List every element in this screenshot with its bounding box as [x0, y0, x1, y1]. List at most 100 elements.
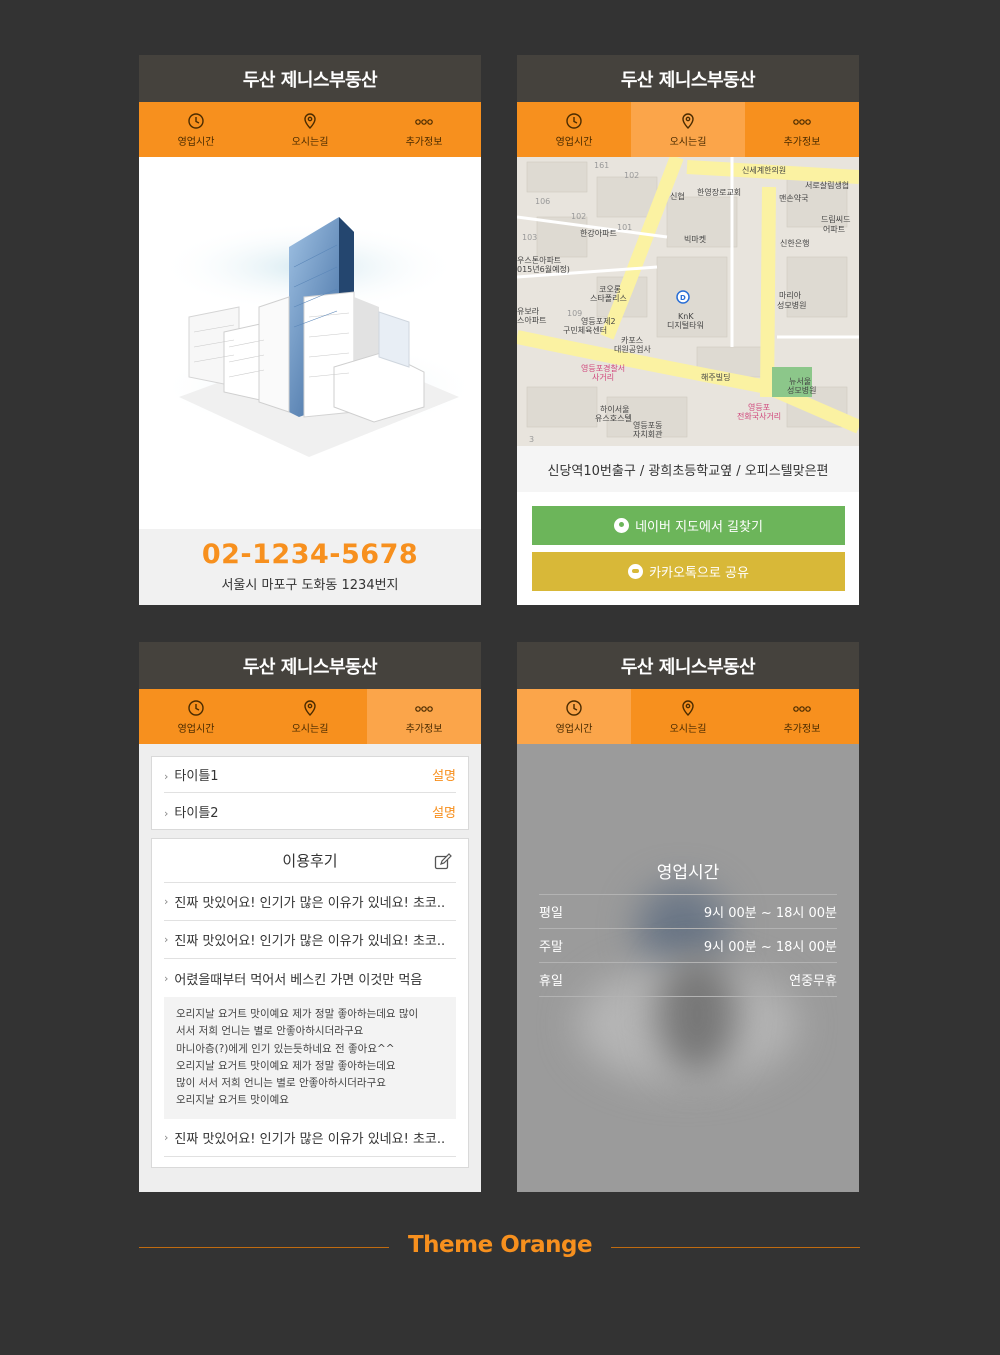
map-label: 어파트	[823, 225, 846, 234]
review-header: 이용후기	[164, 839, 456, 883]
tab-more-info[interactable]: 추가정보	[367, 102, 481, 157]
map-pin-icon	[304, 699, 316, 716]
info-item[interactable]: › 타이틀1 설명	[164, 757, 456, 793]
review-item-expanded[interactable]: › 어렸을때부터 먹어서 베스킨 가면 이것만 먹음	[164, 959, 456, 997]
naver-map-button[interactable]: 네이버 지도에서 길찾기	[532, 506, 845, 545]
edit-icon[interactable]	[434, 853, 452, 871]
map-number: 161	[594, 161, 610, 170]
svg-text:D: D	[680, 294, 686, 302]
tab-hours[interactable]: 영업시간	[517, 102, 631, 157]
phone-number-link[interactable]: 02-1234-5678	[139, 539, 481, 570]
address-text: 서울시 마포구 도화동 1234번지	[221, 578, 399, 593]
screen-more-info: 두산 제니스부동산 영업시간 오시는길 추가정보 › 타이틀1 설명 › 타이틀2 …	[139, 642, 481, 1192]
map-label: 015년6월예정)	[517, 265, 570, 274]
hours-title: 영업시간	[656, 863, 720, 883]
hours-time: 9시 00분 ~ 18시 00분	[703, 940, 837, 955]
review-body-line: 오리지날 요거트 맛이예요 제가 정말 좋아하는데요	[176, 1059, 396, 1072]
chevron-right-icon: ›	[164, 971, 169, 985]
map-label: 하이서울	[600, 405, 630, 414]
chevron-right-icon: ›	[164, 895, 169, 908]
map-label: 전화국사거리	[737, 412, 782, 421]
tab-directions[interactable]: 오시는길	[253, 689, 367, 744]
tab-label: 오시는길	[291, 136, 329, 148]
review-text: 진짜 맛있어요! 인기가 많은 이유가 있네요! 초코..	[174, 896, 446, 911]
info-title: 타이틀1	[174, 769, 219, 784]
map-label: 영등포경찰서	[581, 364, 626, 373]
chevron-right-icon: ›	[164, 1130, 169, 1144]
info-desc: 설명	[432, 769, 456, 784]
map-label: 코오롱	[599, 285, 622, 294]
kakao-share-button[interactable]: 카카오톡으로 공유	[532, 552, 845, 591]
more-dots-icon	[415, 705, 433, 712]
tab-bar: 영업시간 오시는길 추가정보	[517, 689, 859, 744]
tab-more-info[interactable]: 추가정보	[745, 689, 859, 744]
hours-row: 휴일 연중무휴	[539, 963, 837, 997]
more-dots-icon	[793, 118, 811, 125]
more-info-content: › 타이틀1 설명 › 타이틀2 설명 이용후기 › 진짜 맛있어요! 인기가 많은…	[139, 744, 481, 1192]
tab-hours[interactable]: 영업시간	[139, 102, 253, 157]
review-section: 이용후기 › 진짜 맛있어요! 인기가 많은 이유가 있네요! 초코.. › 진…	[151, 838, 469, 1168]
map-label: 유스호스텔	[595, 414, 632, 423]
screen-main: 두산 제니스부동산 영업시간 오시는길 추가정보 02-1234-5678 서울…	[139, 55, 481, 605]
map-label: 구민체육센터	[563, 326, 608, 335]
review-body-line: 많이 서서 저희 언니는 별로 안좋아하시더라구요	[176, 1077, 386, 1090]
map-label: 빅마켓	[684, 235, 707, 244]
tab-bar: 영업시간 오시는길 추가정보	[139, 689, 481, 744]
hours-day: 평일	[539, 906, 563, 921]
map-label: 영등포동	[633, 421, 663, 430]
info-title: 타이틀2	[174, 805, 219, 821]
info-desc: 설명	[432, 805, 456, 821]
screen-directions: 두산 제니스부동산 영업시간 오시는길 추가정보 D 신세계한의원 서로살림생협…	[517, 55, 859, 605]
review-item[interactable]: › 진짜 맛있어요! 인기가 많은 이유가 있네요! 초코..	[164, 883, 456, 921]
hours-time: 연중무휴	[789, 974, 837, 989]
app-title: 두산 제니스부동산	[517, 642, 859, 689]
map-label: 스아파트	[517, 316, 547, 325]
tab-directions[interactable]: 오시는길	[631, 689, 745, 744]
tab-hours[interactable]: 영업시간	[139, 689, 253, 744]
chevron-right-icon: ›	[164, 933, 169, 946]
map-label: 뉴서울	[789, 377, 812, 386]
map-label: 맨손약국	[779, 194, 809, 203]
map-pin-icon	[682, 699, 694, 716]
map-number: 106	[535, 197, 551, 206]
tab-more-info[interactable]: 추가정보	[367, 689, 481, 744]
chevron-right-icon: ›	[164, 806, 169, 820]
map-label: KnK	[678, 312, 694, 321]
review-item[interactable]: › 진짜 맛있어요! 인기가 많은 이유가 있네요! 초코..	[164, 921, 456, 959]
tab-directions[interactable]: 오시는길	[631, 102, 745, 157]
tab-label: 오시는길	[669, 136, 707, 148]
location-map[interactable]: D 신세계한의원 서로살림생협 신협 한영장로교회 맨손약국 드림씨드 어파트 …	[517, 157, 859, 446]
review-title: 이용후기	[282, 852, 338, 870]
clock-icon	[566, 112, 582, 129]
hours-table: 평일 9시 00분 ~ 18시 00분 주말 9시 00분 ~ 18시 00분 …	[539, 894, 837, 997]
hours-time: 9시 00분 ~ 18시 00분	[703, 906, 837, 921]
clock-icon	[566, 699, 582, 716]
review-body-line: 오리지날 요거트 맛이예요	[176, 1094, 289, 1107]
tab-directions[interactable]: 오시는길	[253, 102, 367, 157]
tab-label: 추가정보	[405, 136, 443, 148]
map-label: 신세계한의원	[742, 166, 787, 175]
hours-overlay: 영업시간 평일 9시 00분 ~ 18시 00분 주말 9시 00분 ~ 18시…	[517, 744, 859, 1192]
tab-label: 영업시간	[555, 723, 593, 735]
map-label: 카포스	[621, 336, 644, 345]
map-label: 자치회관	[633, 430, 663, 439]
hours-day: 휴일	[539, 974, 563, 989]
map-label: 한강아파트	[580, 229, 617, 238]
map-number: 101	[617, 223, 633, 232]
info-list: › 타이틀1 설명 › 타이틀2 설명	[151, 756, 469, 830]
map-label: 한영장로교회	[697, 188, 742, 197]
tab-hours[interactable]: 영업시간	[517, 689, 631, 744]
review-item[interactable]: › 진짜 맛있어요! 인기가 많은 이유가 있네요! 초코..	[164, 1119, 456, 1157]
map-number: 102	[624, 171, 640, 180]
map-label: 성모병원	[777, 301, 807, 310]
app-title: 두산 제니스부동산	[139, 55, 481, 102]
tab-more-info[interactable]: 추가정보	[745, 102, 859, 157]
tab-label: 오시는길	[291, 723, 329, 735]
review-text: 어렸을때부터 먹어서 베스킨 가면 이것만 먹음	[174, 972, 423, 988]
map-label: 디지털타워	[667, 321, 704, 330]
tab-label: 영업시간	[177, 723, 215, 735]
tab-label: 추가정보	[405, 723, 443, 735]
map-label: 신협	[670, 192, 685, 201]
theme-title: Theme Orange	[407, 1232, 593, 1258]
info-item[interactable]: › 타이틀2 설명	[164, 793, 456, 829]
